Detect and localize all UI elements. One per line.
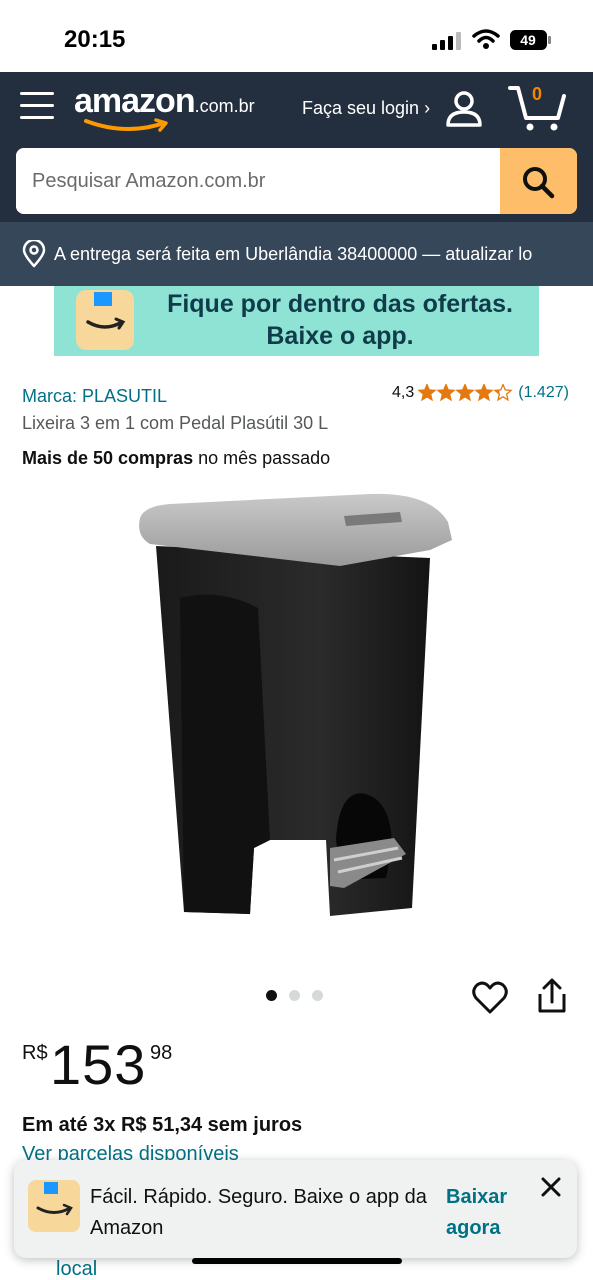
cart-count: 0 <box>532 84 543 104</box>
location-pin-icon <box>22 240 46 268</box>
logo-tld: .com.br <box>194 96 255 116</box>
rating-value: 4,3 <box>392 384 415 401</box>
banner-line-1: Fique por dentro das ofertas. <box>167 290 513 318</box>
product-rating[interactable]: 4,3 (1.427) <box>392 384 569 402</box>
logo-word: amazon <box>74 82 196 120</box>
heart-icon[interactable] <box>472 980 508 1016</box>
installments-text: Em até 3x R$ 51,34 sem juros <box>22 1114 303 1136</box>
purchase-count: Mais de 50 compras no mês passado <box>22 448 330 469</box>
search-input[interactable] <box>16 148 500 214</box>
star-icons <box>418 384 513 402</box>
amazon-logo[interactable]: amazon.com.br <box>74 82 255 132</box>
carousel-dot[interactable] <box>289 990 300 1001</box>
close-icon[interactable] <box>536 1172 566 1202</box>
smile-icon <box>84 118 168 132</box>
status-time: 20:15 <box>64 26 126 53</box>
share-icon[interactable] <box>536 978 568 1014</box>
delivery-location-bar[interactable]: A entrega será feita em Uberlândia 38400… <box>0 222 593 286</box>
popup-message: Fácil. Rápido. Seguro. Baixe o app da Am… <box>90 1186 427 1239</box>
search-bar <box>16 148 577 214</box>
amazon-app-icon <box>28 1180 80 1232</box>
app-download-popup: Fácil. Rápido. Seguro. Baixe o app da Am… <box>14 1160 577 1258</box>
product-image[interactable] <box>130 488 460 928</box>
brand-link[interactable]: Marca: PLASUTIL <box>22 386 167 407</box>
rating-stars <box>418 384 514 402</box>
star-icon <box>418 384 437 402</box>
banner-line-2: Baixe o app. <box>266 322 414 350</box>
wifi-icon <box>472 29 500 49</box>
amazon-app-icon <box>76 290 134 350</box>
star-icon <box>436 384 456 402</box>
star-icon <box>455 384 475 402</box>
menu-icon[interactable] <box>20 92 54 122</box>
price-currency: R$ <box>22 1042 48 1064</box>
image-carousel-dots <box>266 990 323 1001</box>
price-cents: 98 <box>150 1042 173 1064</box>
app-promo-banner[interactable]: Fique por dentro das ofertas. Baixe o ap… <box>54 286 539 356</box>
local-link[interactable]: local <box>56 1258 97 1280</box>
delivery-text: A entrega será feita em Uberlândia 38400… <box>54 244 533 264</box>
purchase-count-rest: no mês passado <box>193 448 331 468</box>
star-icon <box>493 384 513 402</box>
download-app-button[interactable]: Baixar agora <box>446 1182 536 1244</box>
star-icon <box>474 384 494 402</box>
status-bar: 20:15 49 <box>0 0 593 72</box>
battery-level: 49 <box>520 32 536 48</box>
price-integer: 153 <box>50 1033 147 1096</box>
rating-count: (1.427) <box>518 384 569 401</box>
home-indicator <box>192 1258 402 1264</box>
user-icon[interactable] <box>444 88 484 128</box>
carousel-dot[interactable] <box>266 990 277 1001</box>
battery-icon: 49 <box>510 30 551 50</box>
product-title: Lixeira 3 em 1 com Pedal Plasútil 30 L <box>22 413 329 433</box>
purchase-count-bold: Mais de 50 compras <box>22 448 194 468</box>
carousel-dot[interactable] <box>312 990 323 1001</box>
signal-icon <box>432 32 461 50</box>
login-link[interactable]: Faça seu login › <box>302 98 430 119</box>
search-button[interactable] <box>500 148 577 214</box>
search-icon <box>523 167 555 199</box>
